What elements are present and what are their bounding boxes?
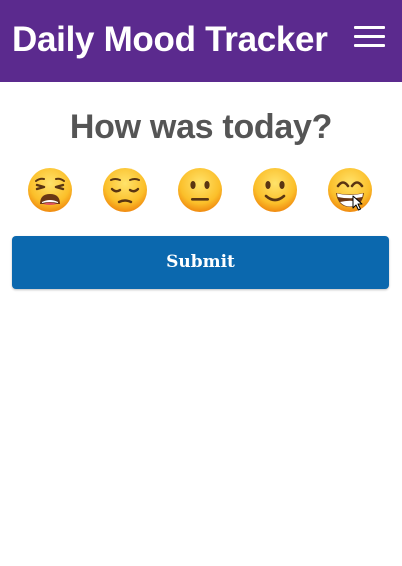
mood-question: How was today? xyxy=(69,108,333,146)
menu-bar xyxy=(354,44,385,47)
mood-option-beaming[interactable] xyxy=(326,166,374,214)
mood-options xyxy=(0,166,402,216)
weary-face-icon xyxy=(28,168,72,212)
app-title: Daily Mood Tracker xyxy=(12,20,328,59)
hamburger-menu-icon[interactable] xyxy=(348,22,390,52)
submit-button[interactable]: Submit xyxy=(12,236,389,289)
mood-option-neutral[interactable] xyxy=(176,166,224,214)
app-header: Daily Mood Tracker xyxy=(0,0,402,82)
menu-bar xyxy=(354,26,385,29)
neutral-face-icon xyxy=(178,168,222,212)
mood-option-slightly-smiling[interactable] xyxy=(251,166,299,214)
menu-bar xyxy=(354,35,385,38)
mood-option-pensive[interactable] xyxy=(101,166,149,214)
pensive-face-icon xyxy=(103,168,147,212)
slightly-smiling-face-icon xyxy=(253,168,297,212)
mood-option-weary[interactable] xyxy=(26,166,74,214)
beaming-face-icon xyxy=(328,168,372,212)
